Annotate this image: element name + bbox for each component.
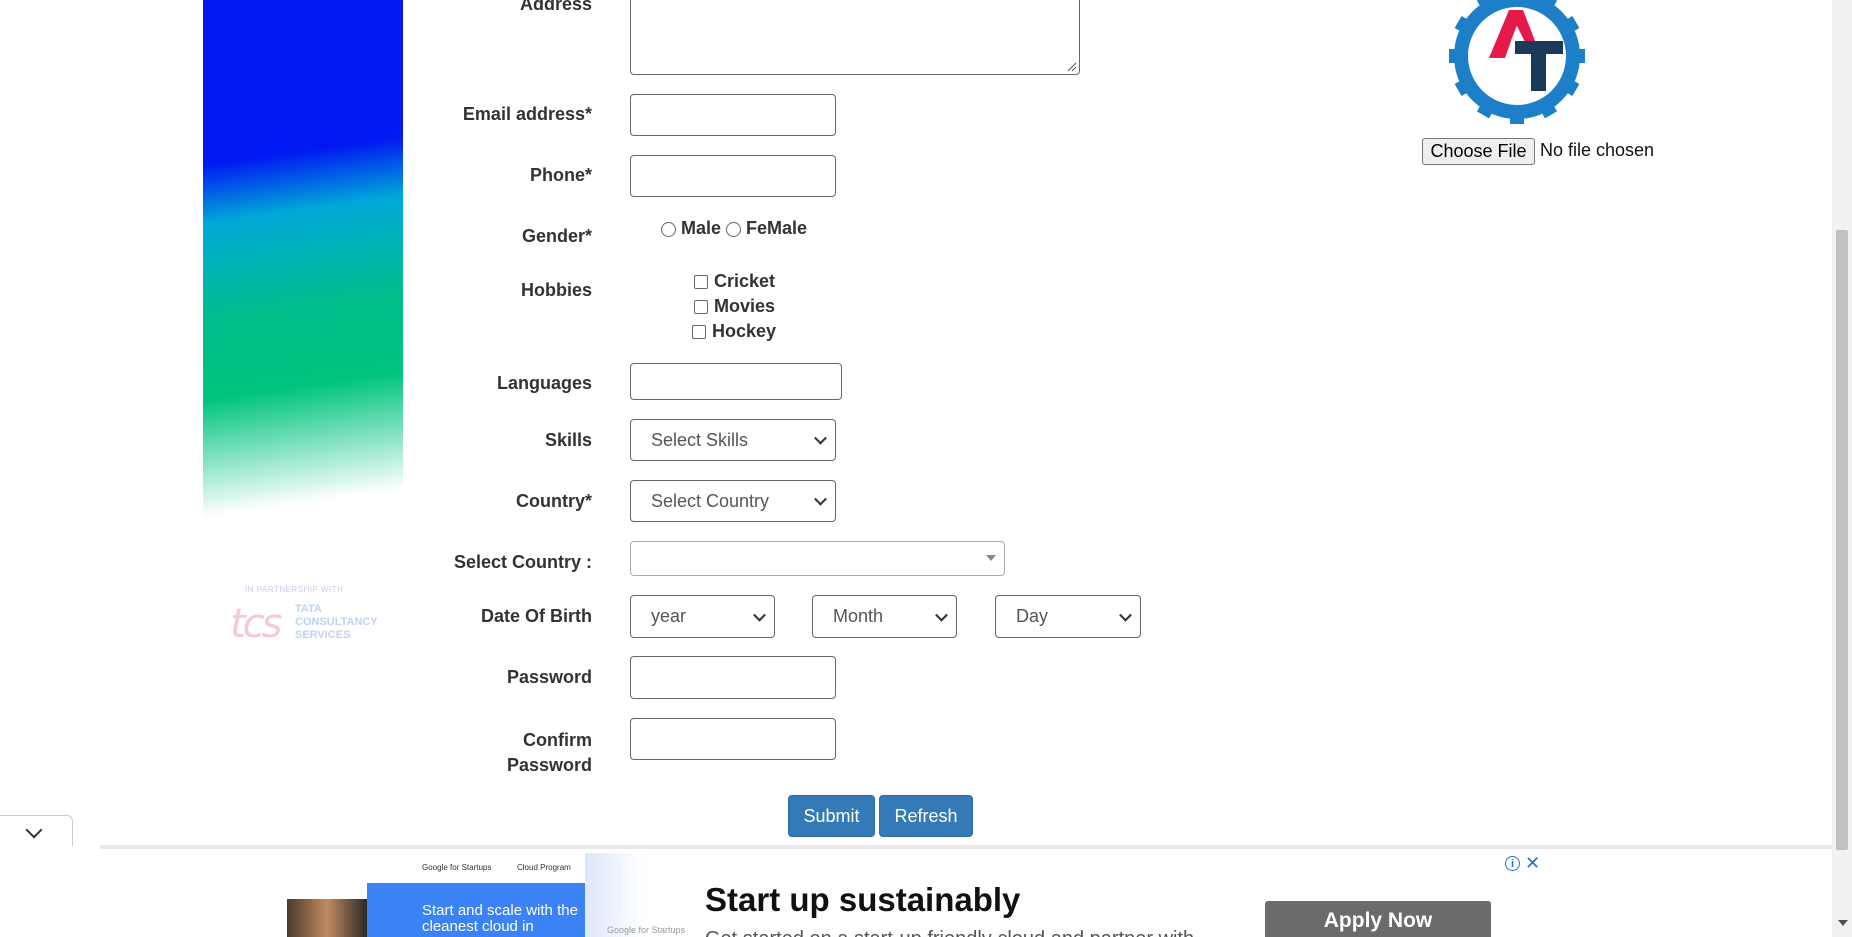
partner-name-line1: TATA xyxy=(295,603,322,615)
site-logo-gear-icon xyxy=(1449,0,1585,124)
chevron-down-icon xyxy=(814,431,827,445)
ad-divider xyxy=(100,845,1832,849)
email-field[interactable] xyxy=(630,94,836,136)
gender-option-male: Male xyxy=(681,218,722,238)
dropdown-arrow-icon xyxy=(986,555,996,561)
dob-day-value: Day xyxy=(1016,606,1049,626)
ad-apply-now-button[interactable]: Apply Now xyxy=(1265,901,1491,937)
collapse-ad-button[interactable] xyxy=(0,815,73,846)
choose-file-button[interactable]: Choose File xyxy=(1422,138,1535,165)
confirm-password-field[interactable] xyxy=(630,718,836,760)
confirm-password-label: Confirm Password xyxy=(372,728,592,778)
scroll-down-arrow-icon[interactable] xyxy=(1838,920,1848,926)
ad-banner[interactable]: Google for Startups Cloud Program Start … xyxy=(287,853,1527,937)
dob-year-select[interactable]: year xyxy=(630,595,775,638)
country-select[interactable]: Select Country xyxy=(630,480,836,522)
hobby-option-cricket: Cricket xyxy=(714,271,776,291)
hobby-checkbox-movies[interactable] xyxy=(694,300,708,314)
confirm-password-label-line2: Password xyxy=(506,755,592,775)
gender-label: Gender* xyxy=(521,226,592,246)
chevron-down-icon xyxy=(935,608,948,622)
chevron-down-icon xyxy=(1119,608,1132,622)
address-label: Address xyxy=(519,0,592,14)
dob-day-select[interactable]: Day xyxy=(995,595,1141,638)
gender-radio-female[interactable] xyxy=(726,222,741,237)
dob-year-value: year xyxy=(651,606,687,626)
file-status-text: No file chosen xyxy=(1540,140,1655,160)
ad-brand-right: Cloud Program xyxy=(517,863,571,872)
tcs-logo-text: tcs xyxy=(230,601,282,647)
skills-select[interactable]: Select Skills xyxy=(630,419,836,461)
chevron-down-icon xyxy=(814,492,827,506)
gender-option-female: FeMale xyxy=(746,218,808,238)
phone-label: Phone* xyxy=(529,165,592,185)
country-select-value: Select Country xyxy=(651,490,770,511)
dob-month-select[interactable]: Month xyxy=(812,595,957,638)
scrollbar-thumb[interactable] xyxy=(1836,230,1848,850)
hobby-option-movies: Movies xyxy=(714,296,776,316)
refresh-button[interactable]: Refresh xyxy=(879,795,973,837)
chevron-down-icon xyxy=(753,608,766,622)
hobby-checkbox-hockey[interactable] xyxy=(692,325,706,339)
confirm-password-label-line1: Confirm xyxy=(523,730,592,750)
ad-footer-brand: Google for Startups xyxy=(607,925,686,935)
partner-name-line3: SERVICES xyxy=(295,629,351,641)
skills-select-value: Select Skills xyxy=(651,429,749,450)
hobbies-label: Hobbies xyxy=(520,280,592,300)
address-textarea[interactable] xyxy=(630,0,1080,75)
email-label: Email address* xyxy=(462,104,592,124)
hobby-option-hockey: Hockey xyxy=(712,321,777,341)
partner-caption: IN PARTNERSHIP WITH xyxy=(245,585,344,594)
ad-subtext: Get started on a start-up friendly cloud… xyxy=(705,928,1194,937)
ad-headline[interactable]: Start up sustainably xyxy=(705,881,1020,919)
dob-label: Date Of Birth xyxy=(480,606,592,626)
ad-photo xyxy=(287,899,367,937)
ad-info-icon[interactable]: i xyxy=(1505,856,1520,871)
languages-field[interactable] xyxy=(630,363,842,400)
select-country-label: Select Country : xyxy=(453,552,592,572)
ad-brand-left: Google for Startups xyxy=(422,863,492,872)
partner-name-line2: CONSULTANCY xyxy=(295,616,378,628)
phone-field[interactable] xyxy=(630,155,836,197)
country-label: Country* xyxy=(516,491,592,511)
password-field[interactable] xyxy=(630,656,836,699)
resize-handle-icon[interactable] xyxy=(1067,62,1077,72)
partner-name: TATA CONSULTANCY SERVICES xyxy=(295,603,378,642)
partner-logo: IN PARTNERSHIP WITH tcs TATA CONSULTANCY… xyxy=(225,585,385,655)
submit-button[interactable]: Submit xyxy=(788,795,875,837)
password-label: Password xyxy=(506,667,592,687)
chevron-down-icon xyxy=(25,821,43,839)
ad-panel-text: Start and scale with the cleanest cloud … xyxy=(422,902,578,935)
skills-label: Skills xyxy=(544,430,592,450)
dob-month-value: Month xyxy=(833,606,884,626)
languages-label: Languages xyxy=(496,373,592,393)
gender-radio-male[interactable] xyxy=(661,222,676,237)
ad-close-icon[interactable]: ✕ xyxy=(1525,853,1540,874)
select-country-combobox[interactable] xyxy=(630,541,1005,576)
hobby-checkbox-cricket[interactable] xyxy=(694,275,708,289)
